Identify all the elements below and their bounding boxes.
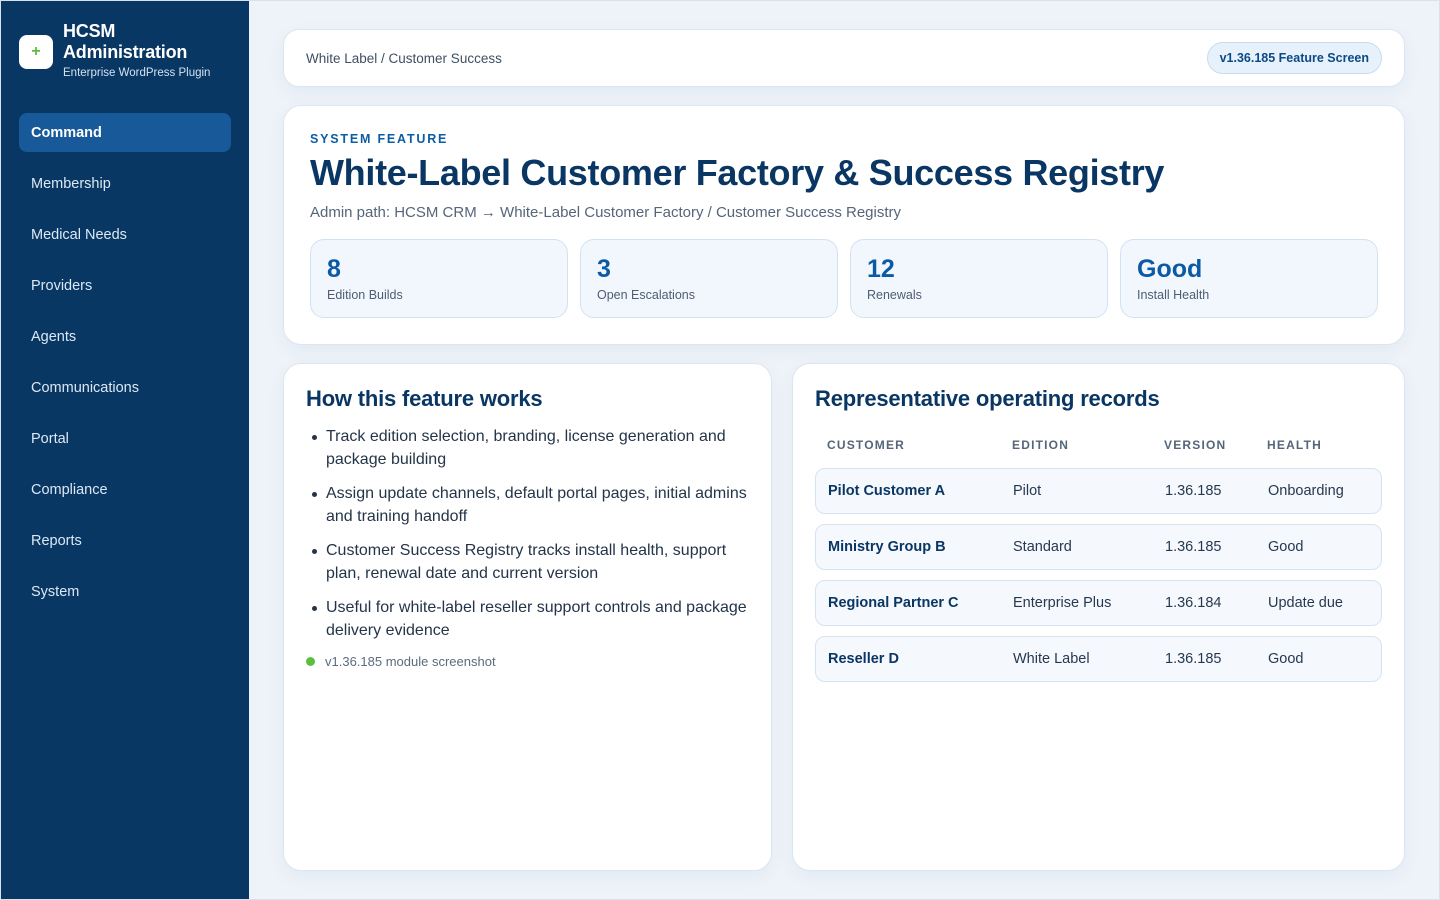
stats-row: 8 Edition Builds 3 Open Escalations 12 R… (310, 239, 1378, 318)
version-badge: v1.36.185 Feature Screen (1206, 42, 1382, 74)
feature-eyebrow: SYSTEM FEATURE (310, 132, 449, 146)
bullet-item: Customer Success Registry tracks install… (312, 540, 749, 585)
sidebar-item-providers[interactable]: Providers (19, 266, 231, 305)
stat-value: 12 (867, 255, 895, 283)
main-content: White Label / Customer Success v1.36.185… (249, 1, 1439, 899)
column-header-version: VERSION (1164, 438, 1227, 452)
sidebar-item-membership[interactable]: Membership (19, 164, 231, 203)
column-header-health: HEALTH (1267, 438, 1322, 452)
sidebar-item-compliance[interactable]: Compliance (19, 470, 231, 509)
stat-label: Open Escalations (597, 288, 695, 302)
feature-hero: SYSTEM FEATURE White-Label Customer Fact… (283, 105, 1405, 345)
stat-label: Renewals (867, 288, 922, 302)
cell-edition: White Label (1013, 651, 1090, 667)
app-window: + HCSM Administration Enterprise WordPre… (0, 0, 1440, 900)
cell-version: 1.36.185 (1165, 651, 1222, 667)
sidebar-item-medical-needs[interactable]: Medical Needs (19, 215, 231, 254)
cell-version: 1.36.185 (1165, 483, 1222, 499)
plus-icon: + (31, 43, 41, 60)
stat-label: Install Health (1137, 288, 1210, 302)
cell-health: Good (1268, 539, 1304, 555)
operating-records-title: Representative operating records (815, 386, 1160, 411)
table-row[interactable]: Ministry Group B Standard 1.36.185 Good (815, 524, 1382, 570)
cell-health: Update due (1268, 595, 1343, 611)
cell-edition: Pilot (1013, 483, 1042, 499)
module-note: v1.36.185 module screenshot (306, 654, 749, 669)
stat-edition-builds: 8 Edition Builds (310, 239, 568, 318)
bullet-item: Track edition selection, branding, licen… (312, 426, 749, 471)
table-header: CUSTOMER EDITION VERSION HEALTH (815, 432, 1382, 458)
bullet-item: Useful for white-label reseller support … (312, 597, 749, 642)
sidebar-nav: Command Membership Medical Needs Provide… (19, 113, 231, 611)
sidebar-item-agents[interactable]: Agents (19, 317, 231, 356)
sidebar-item-system[interactable]: System (19, 572, 231, 611)
content-grid: How this feature works Track edition sel… (283, 363, 1405, 871)
column-header-customer: CUSTOMER (827, 438, 906, 452)
stat-value: 8 (327, 255, 341, 283)
brand-subtitle: Enterprise WordPress Plugin (63, 67, 211, 79)
bullet-item: Assign update channels, default portal p… (312, 483, 749, 528)
cell-customer: Regional Partner C (828, 595, 959, 611)
operating-records-card: Representative operating records CUSTOME… (792, 363, 1405, 871)
table-row[interactable]: Regional Partner C Enterprise Plus 1.36.… (815, 580, 1382, 626)
status-dot-icon (306, 657, 315, 666)
top-bar: White Label / Customer Success v1.36.185… (283, 29, 1405, 87)
stat-value: 3 (597, 255, 611, 283)
brand: + HCSM Administration Enterprise WordPre… (19, 21, 231, 79)
sidebar-item-command[interactable]: Command (19, 113, 231, 152)
cell-customer: Ministry Group B (828, 539, 946, 555)
stat-value: Good (1137, 255, 1203, 283)
records-table: CUSTOMER EDITION VERSION HEALTH Pilot Cu… (815, 432, 1382, 682)
brand-title: HCSM Administration (63, 21, 188, 62)
cell-health: Good (1268, 651, 1304, 667)
table-row[interactable]: Reseller D White Label 1.36.185 Good (815, 636, 1382, 682)
sidebar-item-communications[interactable]: Communications (19, 368, 231, 407)
breadcrumb: White Label / Customer Success (306, 50, 502, 66)
cell-edition: Standard (1013, 539, 1072, 555)
page-title: White-Label Customer Factory & Success R… (310, 152, 1165, 193)
stat-label: Edition Builds (327, 288, 403, 302)
how-it-works-card: How this feature works Track edition sel… (283, 363, 772, 871)
cell-customer: Reseller D (828, 651, 899, 667)
cell-version: 1.36.185 (1165, 539, 1222, 555)
stat-install-health: Good Install Health (1120, 239, 1378, 318)
stat-renewals: 12 Renewals (850, 239, 1108, 318)
sidebar-item-portal[interactable]: Portal (19, 419, 231, 458)
cell-health: Onboarding (1268, 483, 1344, 499)
table-row[interactable]: Pilot Customer A Pilot 1.36.185 Onboardi… (815, 468, 1382, 514)
column-header-edition: EDITION (1012, 438, 1070, 452)
admin-path: Admin path: HCSM CRM → White-Label Custo… (310, 204, 901, 221)
cell-customer: Pilot Customer A (828, 483, 946, 499)
brand-text: HCSM Administration Enterprise WordPress… (63, 21, 231, 79)
sidebar-item-reports[interactable]: Reports (19, 521, 231, 560)
feature-bullets: Track edition selection, branding, licen… (306, 426, 749, 642)
stat-open-escalations: 3 Open Escalations (580, 239, 838, 318)
sidebar: + HCSM Administration Enterprise WordPre… (1, 1, 249, 899)
how-it-works-title: How this feature works (306, 386, 543, 411)
module-note-text: v1.36.185 module screenshot (325, 654, 496, 669)
brand-logo: + (19, 35, 53, 69)
cell-edition: Enterprise Plus (1013, 595, 1112, 611)
cell-version: 1.36.184 (1165, 595, 1222, 611)
